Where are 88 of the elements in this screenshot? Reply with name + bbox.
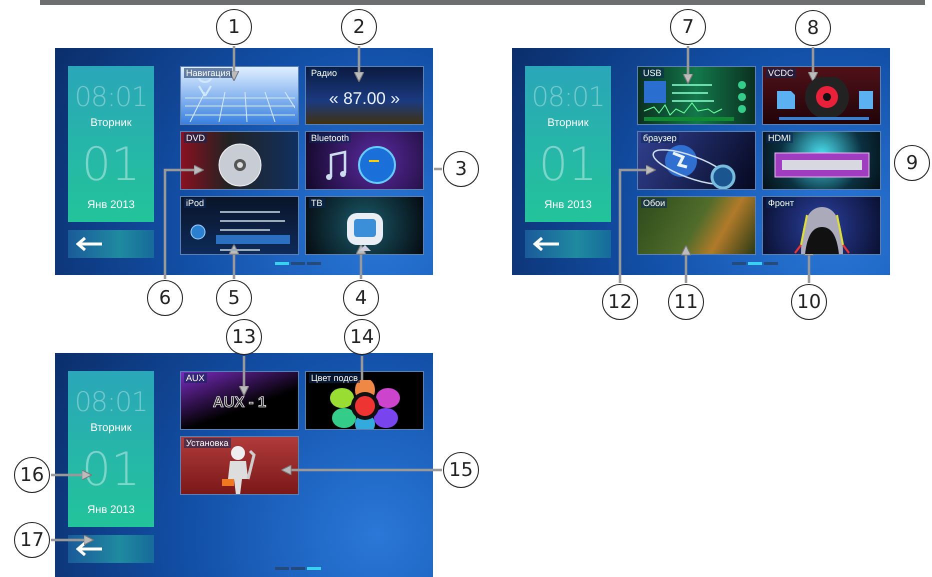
app-tile[interactable]: VCDC [762, 66, 881, 125]
weekday-text: Вторник [90, 422, 132, 434]
weekday-text: Вторник [547, 117, 589, 129]
clock-time: 08:01 [532, 82, 604, 113]
callout-number: 12 [602, 284, 638, 320]
month-year-text: Янв 2013 [87, 199, 135, 211]
back-arrow-icon [533, 237, 559, 251]
callout-number: 2 [341, 9, 377, 45]
tile-label: ТВ [309, 198, 325, 208]
tile-label: Установка [184, 438, 231, 448]
app-tile[interactable]: iPod [180, 196, 299, 255]
day-number: 01 [82, 442, 140, 496]
tile-label: Bluetooth [309, 133, 352, 143]
leader-line [238, 356, 250, 396]
tile-label: USB [641, 68, 664, 78]
app-tile[interactable]: браузер [637, 131, 756, 190]
callout-number: 8 [795, 10, 831, 46]
page-indicator[interactable] [748, 262, 762, 265]
back-button[interactable] [68, 230, 154, 258]
app-tile[interactable]: ТВ [305, 196, 424, 255]
tile-label: iPod [184, 198, 206, 208]
tile-label: HDMI [766, 133, 793, 143]
callout-number: 17 [14, 522, 50, 558]
app-tile[interactable]: DVD [180, 131, 299, 190]
page-indicator[interactable] [275, 567, 289, 570]
wallpaper-tile[interactable]: Обои [637, 196, 756, 255]
leader-line [228, 244, 240, 279]
tile-label: Радио [309, 68, 339, 78]
leader-line [51, 534, 94, 546]
callout-number: 13 [226, 319, 262, 355]
tile-label: браузер [641, 133, 679, 143]
app-tile[interactable]: AUX AUX - 1 [180, 371, 299, 430]
back-arrow-icon [76, 237, 102, 251]
frequency-text: « 87.00 » [329, 88, 400, 108]
page-indicator[interactable] [291, 262, 305, 265]
leader-line [354, 46, 364, 82]
callout-number: 14 [344, 319, 380, 355]
app-tile[interactable]: Цвет подсв [305, 371, 424, 430]
month-year-text: Янв 2013 [544, 199, 592, 211]
back-arrow-icon [76, 542, 102, 556]
leader-line [228, 46, 240, 82]
page-indicator[interactable] [732, 262, 746, 265]
app-tile[interactable]: Радио « 87.00 » [305, 66, 424, 125]
tile-label: VCDC [766, 68, 796, 78]
app-tile[interactable]: HDMI [762, 131, 881, 190]
leader-line [356, 244, 366, 279]
app-tile[interactable]: Установка [180, 436, 299, 495]
page-indicator[interactable] [307, 262, 321, 265]
callout-number: 5 [216, 280, 252, 316]
page-indicator[interactable] [307, 567, 321, 570]
weekday-text: Вторник [90, 117, 132, 129]
day-number: 01 [538, 137, 598, 191]
tile-label: AUX [184, 373, 207, 383]
page-indicator[interactable] [291, 567, 305, 570]
tile-label: Фронт [766, 198, 796, 208]
app-tile[interactable]: USB [637, 66, 756, 125]
back-button[interactable] [68, 535, 154, 563]
tile-label: Навигация [184, 68, 232, 78]
app-tile[interactable]: Фронт [762, 196, 881, 255]
leader-line [680, 244, 692, 283]
callout-number: 6 [147, 280, 183, 316]
leader-line [682, 46, 694, 84]
callout-number: 4 [343, 280, 379, 316]
callout-number: 9 [894, 145, 930, 181]
app-tile[interactable]: Bluetooth [305, 131, 424, 190]
hdmi-logo-icon [774, 152, 870, 178]
clock-time: 08:01 [74, 82, 148, 113]
page-indicator[interactable] [764, 262, 778, 265]
clock-time: 08:01 [74, 387, 148, 418]
aux-display-text: AUX - 1 [212, 394, 266, 411]
page-indicator[interactable] [275, 262, 289, 265]
tile-label: DVD [184, 133, 208, 143]
callout-number: 15 [443, 452, 479, 488]
leader-line [434, 168, 442, 170]
callout-number: 10 [791, 284, 827, 320]
tile-label: Цвет подсв [309, 373, 360, 383]
month-year-text: Янв 2013 [87, 504, 135, 516]
callout-number: 11 [668, 284, 704, 320]
callout-number: 7 [670, 9, 706, 45]
day-number: 01 [82, 137, 140, 191]
callout-number: 16 [14, 457, 50, 493]
map-grid-icon [184, 78, 294, 122]
disc-icon [218, 142, 262, 186]
callout-number: 3 [443, 151, 479, 187]
callout-number: 1 [216, 9, 252, 45]
back-button[interactable] [525, 230, 611, 258]
app-tile[interactable]: Навигация [180, 66, 299, 125]
leader-line [808, 47, 818, 82]
